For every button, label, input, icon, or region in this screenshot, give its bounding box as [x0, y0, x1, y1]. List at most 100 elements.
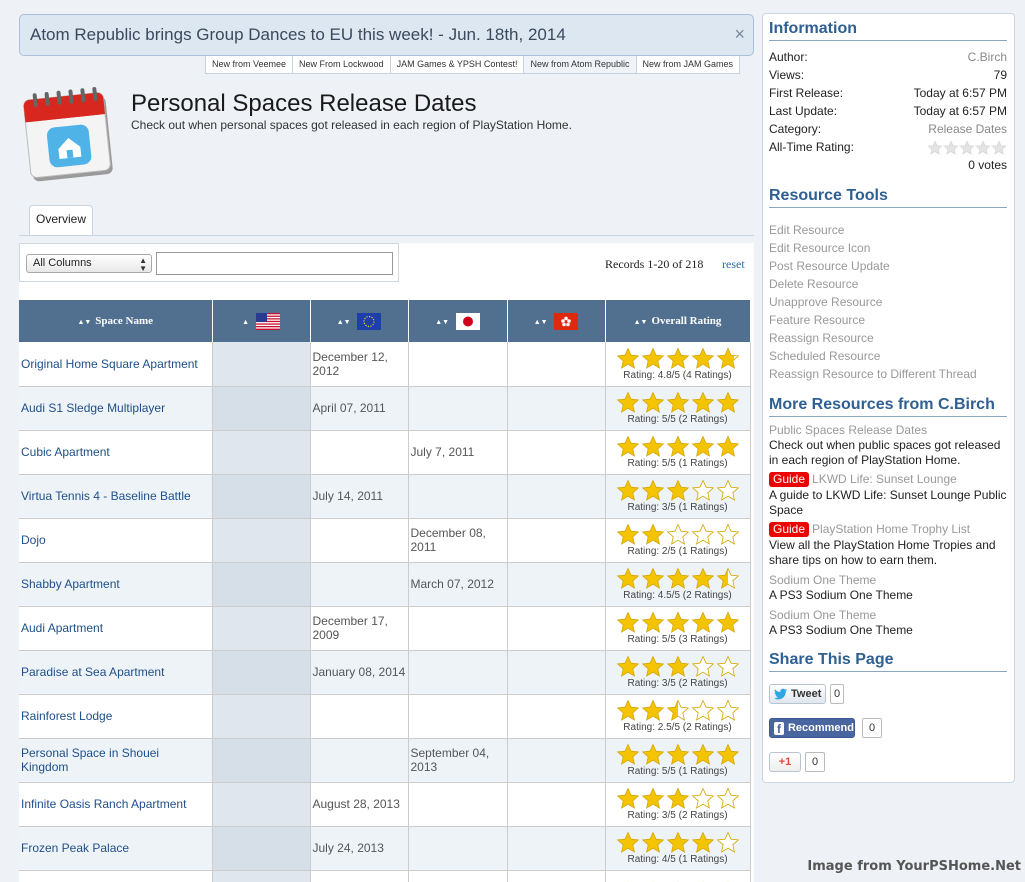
us-date-cell	[212, 694, 311, 739]
rating-cell: Rating: 3/5 (2 Ratings)	[605, 650, 751, 695]
rating-stars[interactable]	[606, 611, 750, 633]
feature-resource-link[interactable]: Feature Resource	[769, 313, 865, 327]
more-resources-heading: More Resources from C.Birch	[769, 396, 1007, 417]
filter-input[interactable]	[156, 252, 393, 275]
header-hk[interactable]: ▲▼	[507, 300, 606, 342]
table-row: Dojo December 08, 2011 Rating: 2/5 (1 Rat…	[19, 518, 751, 563]
us-date-cell	[212, 562, 311, 607]
rating-stars[interactable]	[606, 567, 750, 589]
reassign-resource-link[interactable]: Reassign Resource	[769, 331, 874, 345]
more-resource-desc: A PS3 Sodium One Theme	[769, 588, 913, 602]
space-name-cell[interactable]: Audi Apartment	[19, 606, 213, 651]
resource-tools-heading: Resource Tools	[769, 187, 1007, 208]
google-plus-button[interactable]: +1	[769, 752, 801, 772]
rating-stars[interactable]	[606, 347, 750, 369]
close-icon[interactable]: ×	[734, 24, 745, 45]
header-overall-rating[interactable]: ▲▼ Overall Rating	[605, 300, 751, 342]
facebook-recommend-button[interactable]: f Recommend	[769, 718, 855, 738]
header-space-name[interactable]: ▲▼ Space Name	[19, 300, 213, 342]
filter-box: All Columns ▲ ▼	[19, 243, 399, 282]
us-date-cell	[212, 430, 311, 475]
rating-stars[interactable]	[606, 435, 750, 457]
reassign-thread-link[interactable]: Reassign Resource to Different Thread	[769, 367, 977, 381]
reset-link[interactable]: reset	[722, 257, 745, 272]
space-name-cell[interactable]: Dojo	[19, 518, 213, 563]
star-icon	[691, 347, 714, 369]
column-select[interactable]: All Columns ▲ ▼	[26, 254, 152, 273]
hk-date-cell	[507, 386, 606, 431]
space-name-cell[interactable]: Audi S1 Sledge Multiplayer	[19, 386, 213, 431]
notice-tab-lockwood[interactable]: New From Lockwood	[292, 56, 391, 74]
jp-date-cell	[408, 606, 508, 651]
star-icon	[666, 611, 689, 633]
unapprove-resource-link[interactable]: Unapprove Resource	[769, 295, 882, 309]
release-table: ▲▼ Space Name ▲ ▲▼ ▲▼ ▲▼ ▲▼ Overall Rati…	[19, 300, 751, 882]
rating-cell: Rating: 5/5 (2 Ratings)	[605, 386, 751, 431]
space-name-cell[interactable]: Paradise at Sea Apartment	[19, 650, 213, 695]
info-category-value[interactable]: Release Dates	[928, 122, 1007, 136]
star-icon	[716, 655, 739, 677]
info-rating: All-Time Rating:	[769, 140, 1007, 158]
space-name-cell[interactable]: Original Home Square Apartment	[19, 342, 213, 387]
star-icon	[641, 611, 664, 633]
edit-resource-link[interactable]: Edit Resource	[769, 223, 844, 237]
us-flag-icon	[255, 312, 280, 330]
edit-resource-icon-link[interactable]: Edit Resource Icon	[769, 241, 870, 255]
info-first-release-label: First Release:	[769, 86, 844, 100]
more-resource-title[interactable]: Sodium One Theme	[769, 573, 876, 587]
eu-date-cell: January 08, 2014	[310, 650, 409, 695]
space-name-cell[interactable]: Personal Space in Shouei Kingdom	[19, 738, 213, 783]
more-resource-title[interactable]: Public Spaces Release Dates	[769, 423, 927, 437]
rating-stars[interactable]	[606, 523, 750, 545]
notice-tab-jam-games[interactable]: New from JAM Games	[635, 56, 741, 74]
space-name-cell[interactable]	[19, 870, 213, 882]
hk-flag-icon	[554, 312, 579, 330]
space-name-cell[interactable]: Frozen Peak Palace	[19, 826, 213, 871]
space-name-cell[interactable]: Rainforest Lodge	[19, 694, 213, 739]
more-resource-item[interactable]: Guide LKWD Life: Sunset Lounge	[769, 472, 957, 487]
rating-stars[interactable]	[606, 699, 750, 721]
info-author: Author: C.Birch	[769, 50, 1007, 68]
eu-date-cell	[310, 870, 409, 882]
delete-resource-link[interactable]: Delete Resource	[769, 277, 858, 291]
notice-tab-jam-contest[interactable]: JAM Games & YPSH Contest!	[389, 56, 525, 74]
info-author-value[interactable]: C.Birch	[968, 50, 1007, 64]
rating-stars[interactable]	[606, 391, 750, 413]
table-row	[19, 870, 751, 882]
hk-date-cell	[507, 694, 606, 739]
jp-date-cell: September 04, 2013	[408, 738, 508, 783]
space-name-cell[interactable]: Infinite Oasis Ranch Apartment	[19, 782, 213, 827]
header-jp[interactable]: ▲▼	[408, 300, 508, 342]
more-resource-title[interactable]: LKWD Life: Sunset Lounge	[812, 472, 957, 486]
space-name-cell[interactable]: Virtua Tennis 4 - Baseline Battle	[19, 474, 213, 519]
eu-date-cell: July 14, 2011	[310, 474, 409, 519]
rating-stars[interactable]	[606, 479, 750, 501]
tab-overview[interactable]: Overview	[29, 205, 93, 236]
eu-date-cell: December 17, 2009	[310, 606, 409, 651]
notice-text[interactable]: Atom Republic brings Group Dances to EU …	[30, 25, 566, 45]
rating-stars[interactable]	[606, 787, 750, 809]
all-time-rating-stars[interactable]	[927, 140, 1007, 155]
rating-stars[interactable]	[606, 743, 750, 765]
star-icon	[691, 699, 714, 721]
star-icon	[616, 787, 639, 809]
more-resource-item[interactable]: Guide PlayStation Home Trophy List	[769, 522, 970, 537]
rating-stars[interactable]	[606, 655, 750, 677]
header-eu[interactable]: ▲▼	[310, 300, 409, 342]
notice-tab-atom-republic[interactable]: New from Atom Republic	[523, 56, 637, 74]
more-resource-title[interactable]: PlayStation Home Trophy List	[812, 522, 970, 536]
star-icon	[616, 699, 639, 721]
rating-stars[interactable]	[606, 831, 750, 853]
rating-cell: Rating: 4.5/5 (2 Ratings)	[605, 562, 751, 607]
space-name-cell[interactable]: Shabby Apartment	[19, 562, 213, 607]
jp-flag-icon	[455, 312, 480, 330]
space-name-cell[interactable]: Cubic Apartment	[19, 430, 213, 475]
header-us[interactable]: ▲	[212, 300, 311, 342]
post-resource-update-link[interactable]: Post Resource Update	[769, 259, 890, 273]
hk-date-cell	[507, 518, 606, 563]
more-resource-title[interactable]: Sodium One Theme	[769, 608, 876, 622]
scheduled-resource-link[interactable]: Scheduled Resource	[769, 349, 880, 363]
notice-tab-veemee[interactable]: New from Veemee	[205, 56, 294, 74]
tweet-button[interactable]: Tweet	[769, 684, 826, 704]
rating-text: Rating: 3/5 (2 Ratings)	[627, 678, 728, 689]
